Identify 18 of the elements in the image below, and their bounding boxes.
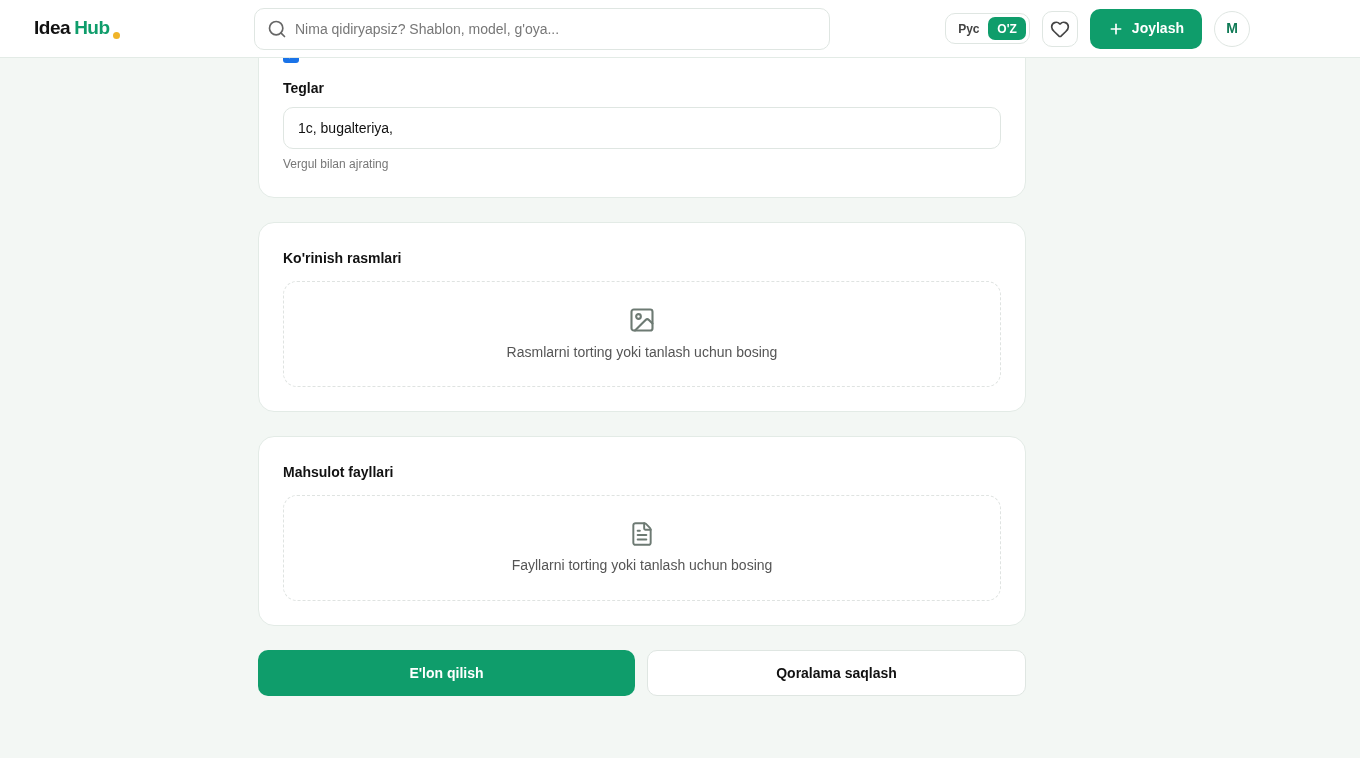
image-icon — [628, 305, 656, 334]
drop-zone-text: Rasmlarni torting yoki tanlash uchun bosing — [506, 342, 778, 362]
hint-text: Vergul bilan ajrating — [283, 156, 390, 173]
favorites-button[interactable] — [1041, 10, 1078, 47]
save-draft-button[interactable]: Qoralama saqlash — [647, 650, 1026, 696]
heart-icon — [1049, 18, 1070, 39]
language-tab[interactable]: Рус — [949, 17, 989, 40]
section-title: Ko'rinish rasmlari — [283, 249, 403, 268]
field-label: Teglar — [283, 79, 325, 98]
tags-input[interactable]: 1c, bugalteriya, — [283, 107, 1001, 149]
search-field[interactable]: Nima qidiryapsiz? Shablon, model, g'oya... — [254, 7, 830, 50]
drop-zone-text: Fayllarni torting yoki tanlash uchun bosing — [511, 555, 773, 575]
drop-zone[interactable]: Fayllarni torting yoki tanlash uchun bosing — [283, 495, 1001, 601]
section-title: Mahsulot fayllari — [283, 463, 395, 482]
drop-zone[interactable]: Rasmlarni torting yoki tanlash uchun bosing — [283, 281, 1001, 387]
search-icon — [267, 18, 287, 39]
document-icon — [629, 520, 655, 547]
logo[interactable]: Idea Hub — [34, 14, 254, 43]
